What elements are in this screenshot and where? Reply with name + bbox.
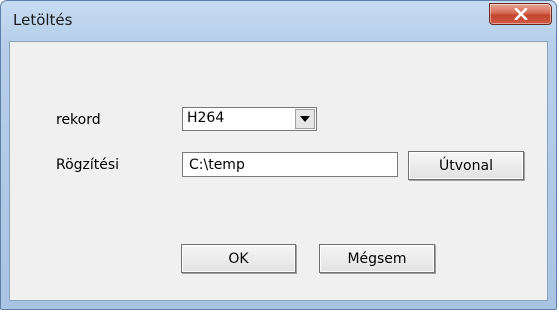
close-icon [514,8,527,20]
record-format-select[interactable]: H264 [182,107,317,131]
triangle-down-icon [300,116,310,122]
record-label: rekord [56,112,101,128]
close-button[interactable] [489,3,552,25]
dropdown-button[interactable] [295,109,315,129]
dialog-window: Letöltés rekord H264 Rögzítési Útvonal O… [0,0,557,310]
window-title: Letöltés [13,11,73,29]
cancel-button[interactable]: Mégsem [319,244,435,273]
record-format-value: H264 [187,110,225,126]
path-label: Rögzítési [56,157,120,173]
ok-button[interactable]: OK [181,244,296,273]
dialog-client-area: rekord H264 Rögzítési Útvonal OK Mégsem [9,41,548,301]
path-input[interactable] [182,152,398,177]
browse-path-button[interactable]: Útvonal [408,151,524,180]
